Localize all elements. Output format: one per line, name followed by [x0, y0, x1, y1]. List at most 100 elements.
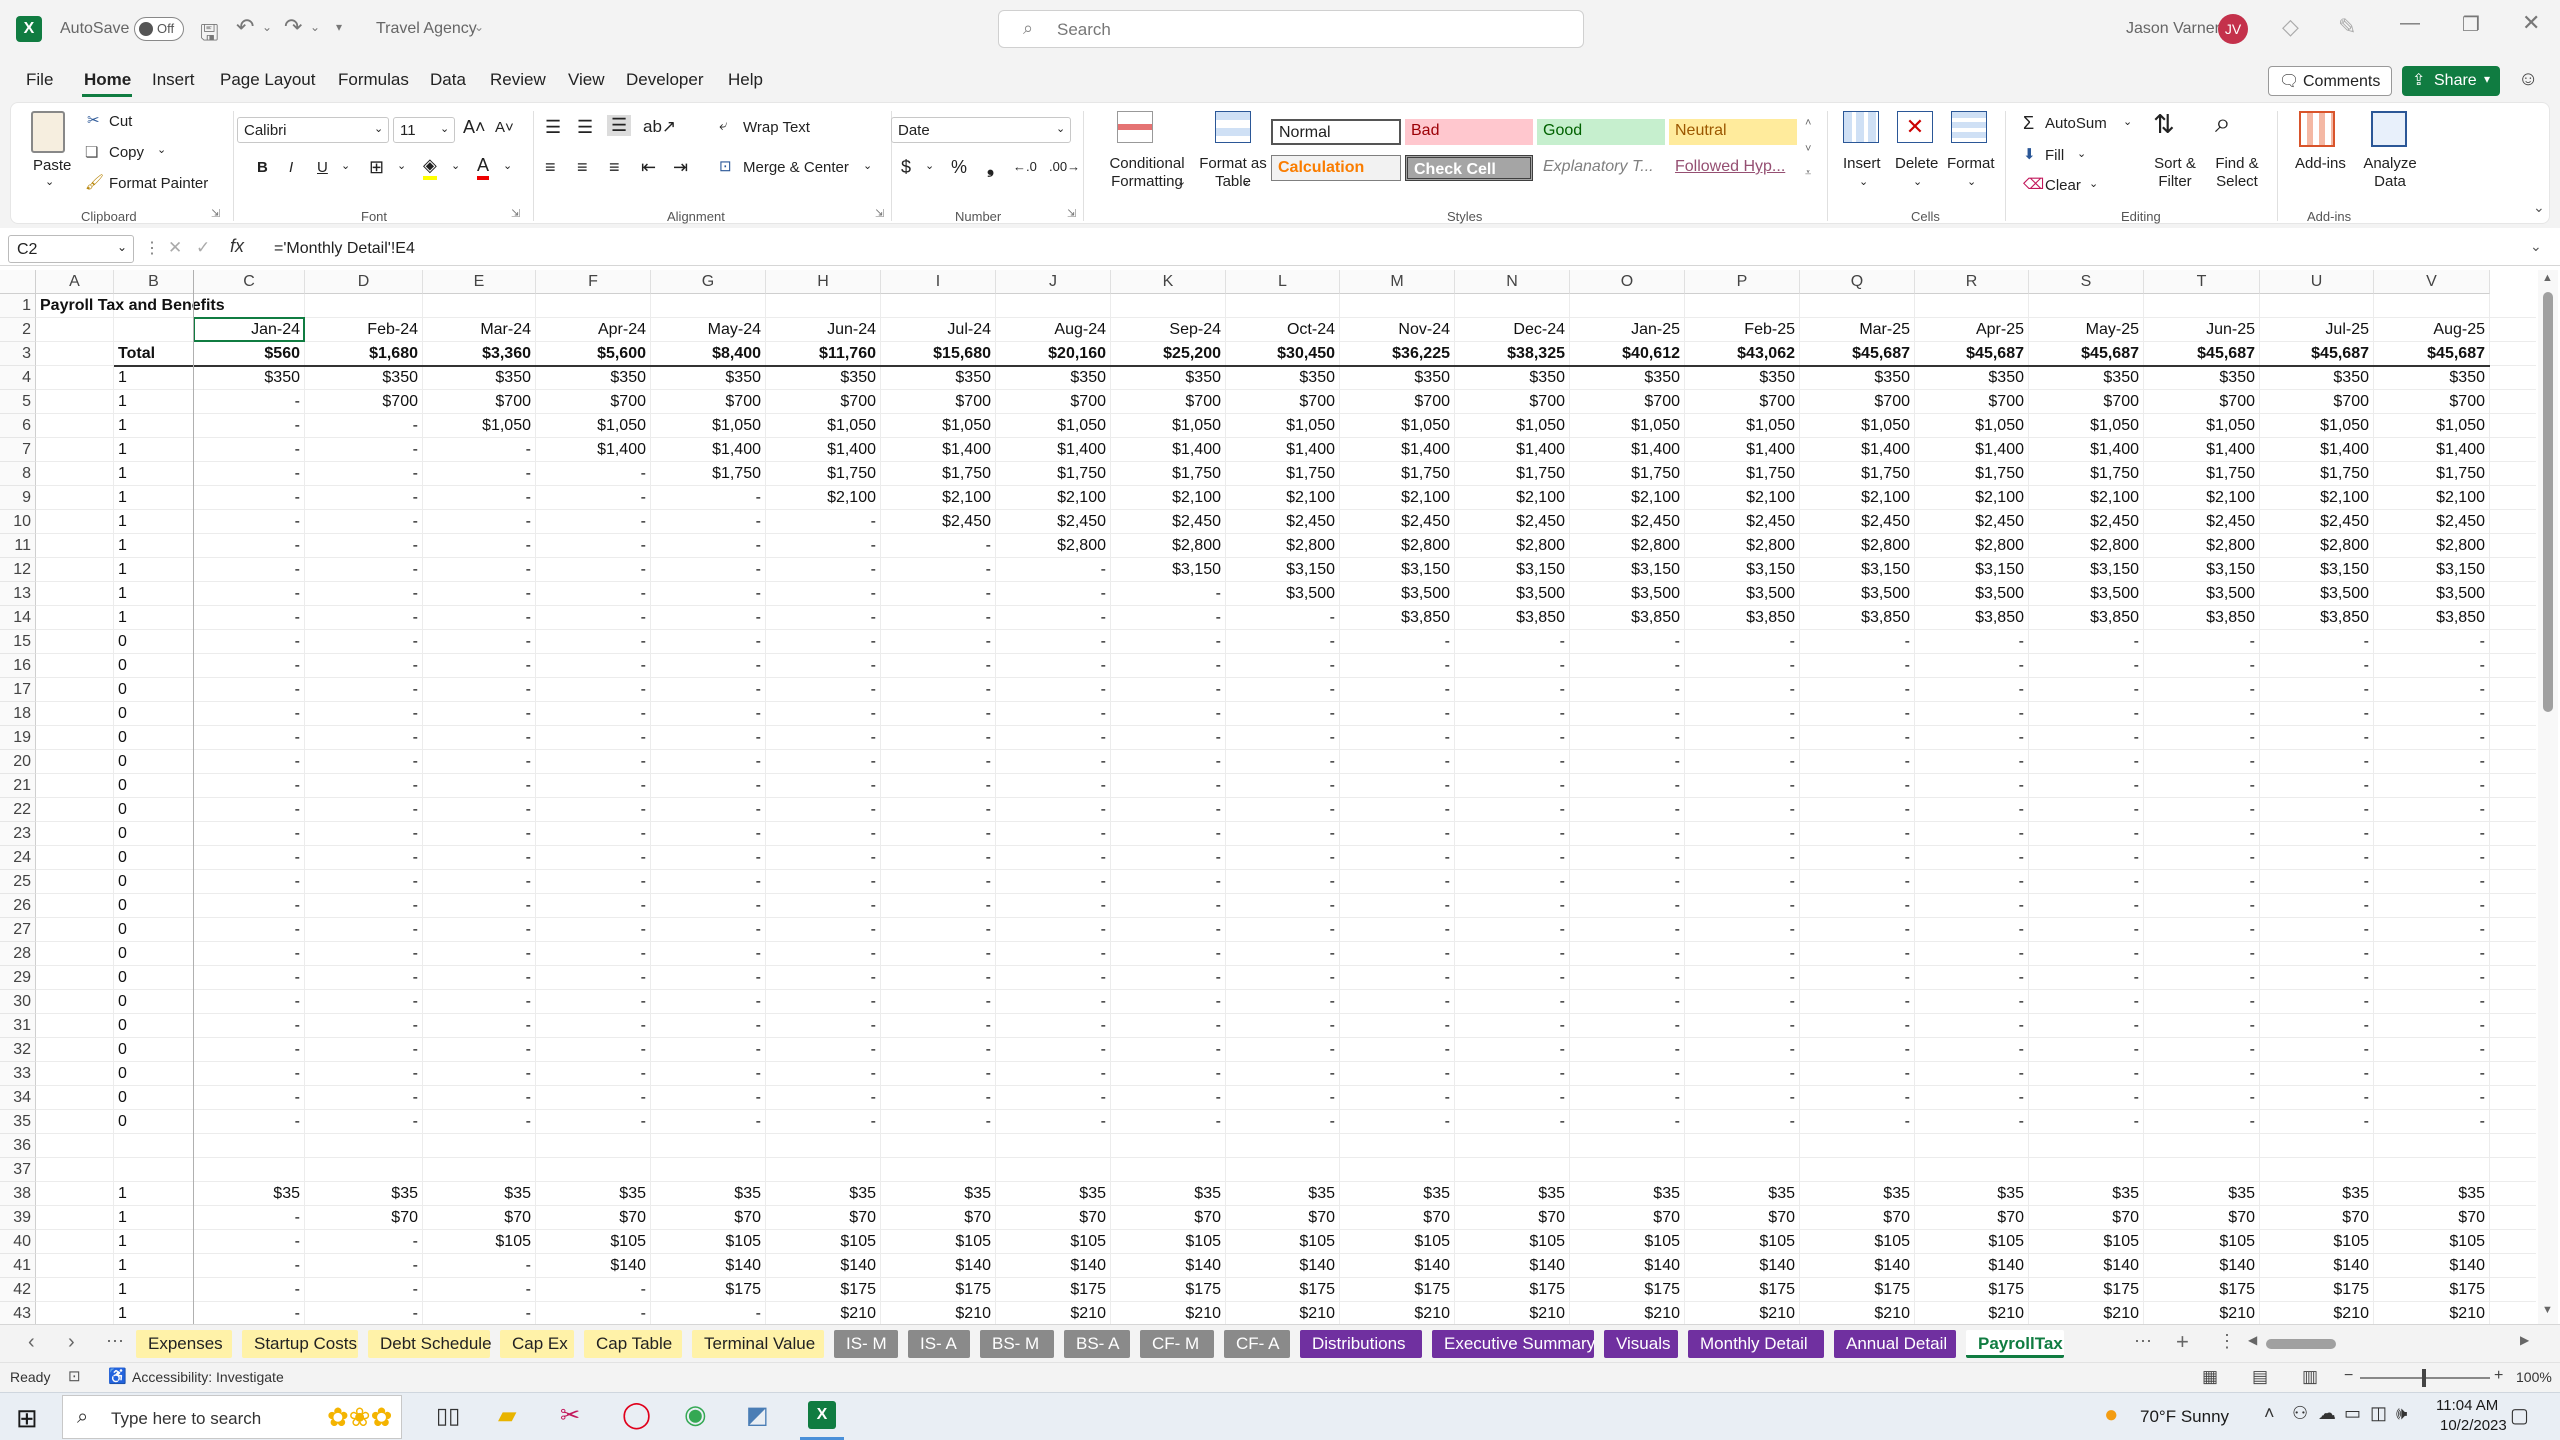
- cell[interactable]: -: [881, 1110, 996, 1134]
- cell[interactable]: $1,750: [766, 462, 881, 486]
- redo-dropdown-icon[interactable]: ⌄: [310, 20, 320, 34]
- cell[interactable]: -: [1226, 798, 1340, 822]
- cell[interactable]: -: [996, 990, 1111, 1014]
- cell[interactable]: -: [194, 1302, 305, 1324]
- cell[interactable]: $105: [1455, 1230, 1570, 1254]
- cell[interactable]: $3,500: [2029, 582, 2144, 606]
- cell[interactable]: -: [996, 966, 1111, 990]
- row-header[interactable]: 25: [0, 870, 36, 894]
- cell[interactable]: -: [2029, 702, 2144, 726]
- cell[interactable]: -: [2260, 678, 2374, 702]
- cell[interactable]: 1: [114, 390, 194, 414]
- cell[interactable]: -: [766, 1014, 881, 1038]
- cell[interactable]: -: [305, 1014, 423, 1038]
- cell[interactable]: $2,100: [2260, 486, 2374, 510]
- cell[interactable]: $350: [1685, 366, 1800, 390]
- cell[interactable]: -: [2144, 654, 2260, 678]
- cell[interactable]: 1: [114, 366, 194, 390]
- cell[interactable]: -: [1800, 942, 1915, 966]
- cell[interactable]: $3,850: [1915, 606, 2029, 630]
- cell[interactable]: $2,450: [1340, 510, 1455, 534]
- cell[interactable]: $1,400: [1111, 438, 1226, 462]
- cell[interactable]: -: [996, 702, 1111, 726]
- cell[interactable]: -: [1800, 798, 1915, 822]
- column-header[interactable]: S: [2029, 270, 2144, 294]
- cell[interactable]: $1,400: [1570, 438, 1685, 462]
- cell[interactable]: $1,750: [1800, 462, 1915, 486]
- cancel-entry-icon[interactable]: ✕: [168, 238, 182, 258]
- cell[interactable]: -: [2260, 990, 2374, 1014]
- normal-view-icon[interactable]: ▦: [2202, 1367, 2218, 1387]
- cell[interactable]: -: [881, 774, 996, 798]
- cell[interactable]: $5,600: [536, 342, 651, 366]
- cell[interactable]: $700: [996, 390, 1111, 414]
- cell[interactable]: -: [2144, 726, 2260, 750]
- cell[interactable]: -: [2029, 1062, 2144, 1086]
- cell[interactable]: $1,050: [766, 414, 881, 438]
- cell[interactable]: $2,100: [1226, 486, 1340, 510]
- sheet-tab[interactable]: IS- M: [834, 1330, 898, 1358]
- cell[interactable]: $70: [996, 1206, 1111, 1230]
- cell[interactable]: -: [651, 630, 766, 654]
- style-bad[interactable]: Bad: [1405, 119, 1533, 145]
- cell[interactable]: -: [1455, 942, 1570, 966]
- cell[interactable]: $3,500: [2144, 582, 2260, 606]
- sheet-tab[interactable]: BS- A: [1064, 1330, 1130, 1358]
- cell[interactable]: -: [305, 678, 423, 702]
- row-header[interactable]: 17: [0, 678, 36, 702]
- cell[interactable]: -: [1685, 1014, 1800, 1038]
- cell[interactable]: Payroll Tax and Benefits: [36, 294, 336, 318]
- number-launcher-icon[interactable]: ⇲: [1067, 207, 1076, 220]
- cell[interactable]: -: [1226, 1014, 1340, 1038]
- cell[interactable]: -: [423, 462, 536, 486]
- cell[interactable]: -: [423, 774, 536, 798]
- cell[interactable]: -: [1226, 966, 1340, 990]
- cell[interactable]: -: [305, 942, 423, 966]
- row-header[interactable]: 36: [0, 1134, 36, 1158]
- tab-view[interactable]: View: [568, 70, 605, 90]
- cell[interactable]: $35: [1455, 1182, 1570, 1206]
- row-header[interactable]: 37: [0, 1158, 36, 1182]
- cell[interactable]: -: [2029, 1014, 2144, 1038]
- cell[interactable]: -: [881, 702, 996, 726]
- cell[interactable]: -: [766, 966, 881, 990]
- cell[interactable]: -: [2144, 1062, 2260, 1086]
- row-header[interactable]: 12: [0, 558, 36, 582]
- cell[interactable]: $35: [1340, 1182, 1455, 1206]
- cell[interactable]: -: [1111, 846, 1226, 870]
- orientation-icon[interactable]: ab↗: [643, 117, 676, 137]
- cell[interactable]: -: [1340, 678, 1455, 702]
- cell[interactable]: $43,062: [1685, 342, 1800, 366]
- cell[interactable]: -: [1111, 630, 1226, 654]
- cell[interactable]: -: [536, 678, 651, 702]
- cell[interactable]: $1,680: [305, 342, 423, 366]
- cell[interactable]: -: [2144, 822, 2260, 846]
- undo-icon[interactable]: ↶: [236, 14, 254, 40]
- cell[interactable]: $2,100: [881, 486, 996, 510]
- cell[interactable]: -: [2260, 654, 2374, 678]
- cell[interactable]: -: [194, 894, 305, 918]
- cell[interactable]: $1,050: [881, 414, 996, 438]
- cell[interactable]: -: [536, 966, 651, 990]
- cell[interactable]: -: [2144, 1086, 2260, 1110]
- cell[interactable]: 0: [114, 966, 194, 990]
- column-header[interactable]: L: [1226, 270, 1340, 294]
- cell[interactable]: $1,050: [1915, 414, 2029, 438]
- cell[interactable]: $1,050: [2029, 414, 2144, 438]
- style-calculation[interactable]: Calculation: [1271, 155, 1401, 181]
- cell[interactable]: $700: [2029, 390, 2144, 414]
- cell[interactable]: -: [1455, 702, 1570, 726]
- style-normal[interactable]: Normal: [1271, 119, 1401, 145]
- cell[interactable]: -: [996, 918, 1111, 942]
- cell[interactable]: -: [1570, 990, 1685, 1014]
- cell[interactable]: -: [1800, 702, 1915, 726]
- cell[interactable]: $175: [1455, 1278, 1570, 1302]
- cell[interactable]: -: [766, 582, 881, 606]
- row-header[interactable]: 3: [0, 342, 36, 366]
- cell[interactable]: $210: [2260, 1302, 2374, 1324]
- cell[interactable]: -: [881, 942, 996, 966]
- cell[interactable]: -: [2374, 1062, 2490, 1086]
- cell[interactable]: -: [881, 558, 996, 582]
- cell[interactable]: $2,450: [1226, 510, 1340, 534]
- cell[interactable]: -: [1455, 1038, 1570, 1062]
